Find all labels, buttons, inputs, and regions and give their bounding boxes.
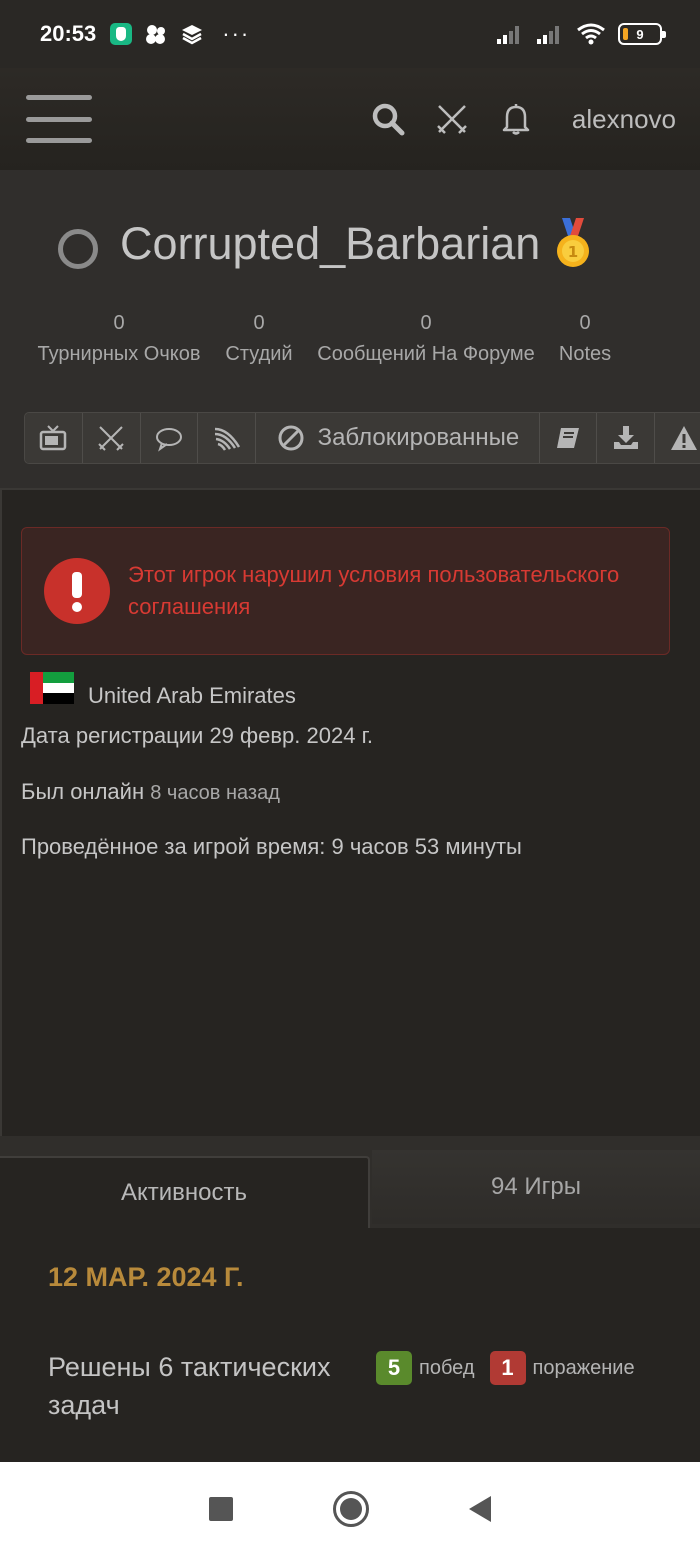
recents-icon[interactable] xyxy=(209,1497,233,1521)
wins-badge: 5 xyxy=(376,1351,412,1385)
activity-date: 12 МАР. 2024 Г. xyxy=(48,1262,244,1292)
watch-tv-button[interactable] xyxy=(25,413,83,463)
status-bar: 20:53 ··· 9 xyxy=(0,0,700,68)
report-button[interactable] xyxy=(655,413,700,463)
stat-forum-posts[interactable]: 0 Сообщений На Форуме xyxy=(313,312,539,366)
cluster-icon xyxy=(146,25,166,44)
crossed-swords-icon xyxy=(98,426,124,451)
last-online-label: Был онлайн xyxy=(21,779,145,804)
battery-icon: 9 xyxy=(618,23,666,45)
crossed-swords-icon[interactable] xyxy=(434,101,470,137)
signal-icon-2 xyxy=(537,26,559,44)
battery-level: 9 xyxy=(636,26,644,42)
stat-label: Сообщений На Форуме xyxy=(317,343,535,365)
overflow-dots: ··· xyxy=(222,21,251,46)
uae-flag-icon xyxy=(30,672,74,705)
block-icon xyxy=(278,425,304,451)
stat-label: Студий xyxy=(225,343,293,365)
tab-games[interactable]: 94 Игры xyxy=(372,1150,700,1224)
book-icon xyxy=(556,428,579,448)
stat-value: 0 xyxy=(113,312,125,334)
challenge-button[interactable] xyxy=(82,413,141,463)
tos-violation-alert: Этот игрок нарушил условия пользовательс… xyxy=(21,527,670,655)
stat-label: Notes xyxy=(558,343,612,365)
stat-notes[interactable]: 0 Notes xyxy=(556,312,614,366)
app-shield-icon xyxy=(110,23,133,45)
status-time: 20:53 xyxy=(40,21,97,46)
wins-label: побед xyxy=(419,1356,475,1379)
home-icon[interactable] xyxy=(333,1491,369,1527)
back-icon[interactable] xyxy=(469,1496,491,1522)
speech-bubble-icon xyxy=(156,428,183,452)
country-name: United Arab Emirates xyxy=(88,683,296,708)
stat-value: 0 xyxy=(253,312,265,334)
layers-icon xyxy=(182,25,203,45)
svg-text:1: 1 xyxy=(568,243,578,261)
wifi-icon xyxy=(577,23,605,45)
stat-tournament-points[interactable]: 0 Турнирных Очков xyxy=(33,312,205,366)
stat-studies[interactable]: 0 Студий xyxy=(224,312,294,366)
bell-icon[interactable] xyxy=(498,101,534,137)
stat-value: 0 xyxy=(579,312,591,334)
system-nav-bar xyxy=(0,1462,700,1556)
profile-actions-bar: Заблокированные xyxy=(24,412,700,464)
activity-text[interactable]: Решены 6 тактических задач xyxy=(48,1348,348,1424)
export-button[interactable] xyxy=(597,413,656,463)
wing-icon xyxy=(214,427,240,451)
last-online-value: 8 часов назад xyxy=(150,782,280,804)
profile-username: Corrupted_Barbarian 1 xyxy=(120,218,592,270)
activity-result: 5 побед 1 поражение xyxy=(376,1351,635,1385)
country-row: United Arab Emirates xyxy=(30,672,296,709)
play-time: Проведённое за игрой время: 9 часов 53 м… xyxy=(21,834,522,859)
stat-value: 0 xyxy=(420,312,432,334)
download-icon xyxy=(613,426,638,449)
profile-tabs: Активность 94 Игры xyxy=(0,1136,700,1228)
top-nav: alexnovo xyxy=(0,68,700,170)
alert-text: Этот игрок нарушил условия пользовательс… xyxy=(128,562,620,619)
gold-medal-icon: 1 xyxy=(557,218,590,267)
blocked-label: Заблокированные xyxy=(317,424,520,451)
last-online: Был онлайн 8 часов назад xyxy=(21,779,280,805)
tv-icon xyxy=(40,425,67,451)
message-button[interactable] xyxy=(140,413,199,463)
note-button[interactable] xyxy=(539,413,598,463)
offline-status-icon xyxy=(58,229,98,269)
registration-date: Дата регистрации 29 февр. 2024 г. xyxy=(21,723,374,748)
blocked-button[interactable]: Заблокированные xyxy=(256,413,540,463)
warning-icon xyxy=(670,426,697,450)
follow-button[interactable] xyxy=(198,413,257,463)
losses-label: поражение xyxy=(532,1356,635,1379)
tab-activity[interactable]: Активность xyxy=(0,1156,370,1228)
hamburger-icon[interactable] xyxy=(26,95,92,143)
profile-name: Corrupted_Barbarian xyxy=(120,218,541,269)
signal-icon xyxy=(497,26,519,44)
search-icon[interactable] xyxy=(370,101,406,137)
exclamation-icon xyxy=(44,558,110,624)
stat-label: Турнирных Очков xyxy=(37,343,201,365)
nav-username[interactable]: alexnovo xyxy=(572,104,676,135)
losses-badge: 1 xyxy=(489,1351,526,1385)
